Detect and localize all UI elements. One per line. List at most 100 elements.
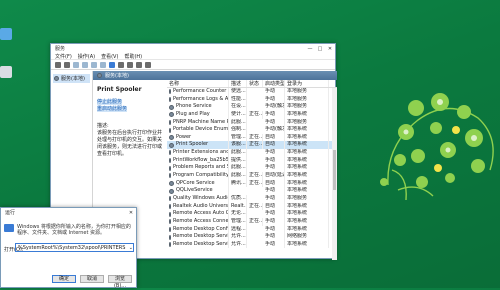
tree-item-services-local[interactable]: 服务(本地): [53, 74, 90, 83]
refresh-icon[interactable]: [91, 61, 97, 68]
column-startup-type[interactable]: 启动类型: [263, 80, 285, 87]
pane-header: 服务(本地): [93, 71, 337, 80]
stop-service-link[interactable]: 停止此服务: [97, 99, 123, 105]
service-status-cell-text: 正在...: [249, 172, 263, 179]
table-row[interactable]: Power 管理... 正在... 自动 本地系统: [167, 133, 337, 142]
gear-icon: [169, 119, 171, 125]
desktop-recycle-bin-icon[interactable]: [0, 66, 12, 78]
ok-button[interactable]: 确定: [52, 275, 76, 283]
service-logon-cell: 本地服务: [285, 103, 329, 111]
service-name-cell: Remote Access Auto Conne...: [167, 210, 229, 218]
service-name-cell: Portable Device Enumerat...: [167, 126, 229, 134]
run-dialog: 运行 ✕ Windows 将根据你所输入的名称，为你打开相应的程序、文件夹、文档…: [0, 207, 137, 289]
service-desc-cell-text: 无论...: [231, 210, 246, 217]
vertical-scrollbar[interactable]: [332, 88, 337, 260]
column-status[interactable]: 状态: [247, 80, 263, 87]
stop-service-icon[interactable]: [127, 61, 133, 68]
table-row[interactable]: Performance Counter DLL ...使远... 手动 本地服务: [167, 88, 337, 96]
gear-icon: [169, 234, 171, 240]
description-text: 该服务在后台执行打印作业并处理与打印机的交互。如果关闭该服务，则无法进行打印或查…: [97, 130, 163, 157]
restart-service-icon[interactable]: [145, 61, 151, 68]
table-row[interactable]: Remote Desktop Services U...允许... 手动 本地系统: [167, 240, 337, 249]
start-service-icon[interactable]: [118, 61, 124, 68]
service-startup-cell: 手动(触发...: [263, 103, 285, 111]
service-name-cell: Printer Extensions and Not...: [167, 149, 229, 157]
menu-help[interactable]: 帮助(H): [124, 53, 142, 60]
service-desc-cell-text: 此服...: [231, 172, 246, 179]
service-startup-cell: 手动: [263, 217, 285, 226]
table-row[interactable]: PNRP Machine Name Publi...此服... 手动 本地服务: [167, 118, 337, 127]
service-startup-cell: 手动: [263, 187, 285, 195]
table-row[interactable]: Printer Extensions and Not...此服... 手动 本地系统: [167, 149, 337, 157]
services-list: 名称 描述 状态 启动类型 登录为 Performance Counter DL…: [167, 80, 337, 260]
table-row[interactable]: Phone Service 在设... 手动(触发...本地服务: [167, 103, 337, 111]
console-tree-icon[interactable]: [73, 61, 79, 68]
service-desc-cell: 提供...: [229, 156, 247, 165]
table-row[interactable]: Plug and Play 使计... 正在... 手动 本地系统: [167, 110, 337, 119]
service-desc-cell: 腾讯...: [229, 179, 247, 188]
table-row[interactable]: Remote Access Auto Conne...无论... 手动 本地系统: [167, 210, 337, 218]
chevron-down-icon[interactable]: ⌄: [129, 244, 133, 252]
table-row[interactable]: Quality Windows Audio Vi...优质... 手动 本地服务: [167, 194, 337, 203]
service-logon-cell: 本地系统: [285, 210, 329, 218]
service-startup-cell: 自动: [263, 133, 285, 142]
maximize-button[interactable]: □: [315, 46, 325, 52]
service-startup-cell: 自动(延迟...: [263, 172, 285, 180]
service-logon-cell: 本地系统: [285, 141, 329, 150]
column-description[interactable]: 描述: [229, 80, 247, 87]
service-desc-cell-text: Realt...: [231, 202, 247, 209]
service-desc-cell-text: 管理...: [231, 133, 246, 140]
restart-service-link[interactable]: 重启动此服务: [97, 106, 128, 112]
gear-icon: [169, 203, 171, 209]
service-desc-cell: 使计...: [229, 110, 247, 119]
menu-view[interactable]: 查看(V): [101, 53, 118, 60]
gear-icon: [169, 242, 171, 248]
help-icon[interactable]: [109, 61, 115, 68]
table-row[interactable]: Remote Access Connection...管理...正在...手动 本…: [167, 217, 337, 226]
forward-icon[interactable]: [64, 61, 70, 68]
table-row[interactable]: Performance Logs & Alerts性能... 手动 本地服务: [167, 95, 337, 104]
service-logon-cell-text: 本地服务: [287, 103, 308, 110]
service-status-cell: 正在...: [247, 179, 263, 188]
properties-icon[interactable]: [82, 61, 88, 68]
menu-action[interactable]: 操作(A): [78, 53, 95, 60]
service-name-cell: Phone Service: [167, 103, 229, 111]
scrollbar-thumb[interactable]: [333, 150, 336, 190]
desktop-computer-icon[interactable]: [0, 28, 12, 40]
close-button[interactable]: ✕: [325, 46, 335, 52]
service-startup-cell: 手动: [263, 240, 285, 249]
service-name-cell-text: Remote Desktop Services: [173, 233, 228, 240]
table-row[interactable]: PrintWorkflow_ba25b59 提供... 手动 本地系统: [167, 156, 337, 165]
cancel-button[interactable]: 取消: [80, 275, 104, 283]
table-row[interactable]: Remote Desktop Configurat...远程... 手动 本地系统: [167, 225, 337, 234]
menu-file[interactable]: 文件(F): [55, 53, 72, 60]
pause-service-icon[interactable]: [136, 61, 142, 68]
service-name-cell: Plug and Play: [167, 110, 229, 119]
table-row[interactable]: Print Spooler 该服... 正在... 自动 本地系统: [167, 141, 337, 150]
service-startup-cell: 手动: [263, 156, 285, 165]
table-row[interactable]: Remote Desktop Services允许... 手动 网络服务: [167, 233, 337, 241]
open-input[interactable]: %SystemRoot%\System32\spool\PRINTERS ⌄: [15, 243, 134, 252]
gear-icon: [169, 142, 174, 148]
back-icon[interactable]: [55, 61, 61, 68]
column-logon-as[interactable]: 登录为: [285, 80, 329, 87]
service-startup-cell-text: 手动: [265, 217, 276, 224]
service-name-cell: Realtek Audio Universal Se...: [167, 202, 229, 211]
minimize-button[interactable]: —: [305, 46, 315, 52]
column-name[interactable]: 名称: [167, 80, 229, 87]
table-row[interactable]: Portable Device Enumerat...强制... 手动(触发...…: [167, 126, 337, 134]
export-icon[interactable]: [100, 61, 106, 68]
service-desc-cell: 在设...: [229, 103, 247, 111]
service-desc-cell-text: 性能...: [231, 95, 246, 102]
table-row[interactable]: QPCore Service 腾讯... 正在... 自动 本地系统: [167, 179, 337, 188]
table-row[interactable]: Realtek Audio Universal Se...Realt...正在.…: [167, 202, 337, 211]
gear-icon: [169, 150, 171, 156]
table-row[interactable]: QQLiveService 手动 本地系统: [167, 187, 337, 195]
service-desc-cell: 该服...: [229, 141, 247, 150]
service-startup-cell-text: 手动: [265, 88, 276, 94]
table-row[interactable]: Problem Reports and Soluti...此服... 手动 本地系统: [167, 164, 337, 173]
table-row[interactable]: Program Compatibility Assi...此服...正在...自…: [167, 172, 337, 180]
run-close-button[interactable]: ✕: [126, 210, 136, 216]
service-desc-cell: 此服...: [229, 149, 247, 157]
browse-button[interactable]: 浏览(B)...: [108, 275, 132, 289]
